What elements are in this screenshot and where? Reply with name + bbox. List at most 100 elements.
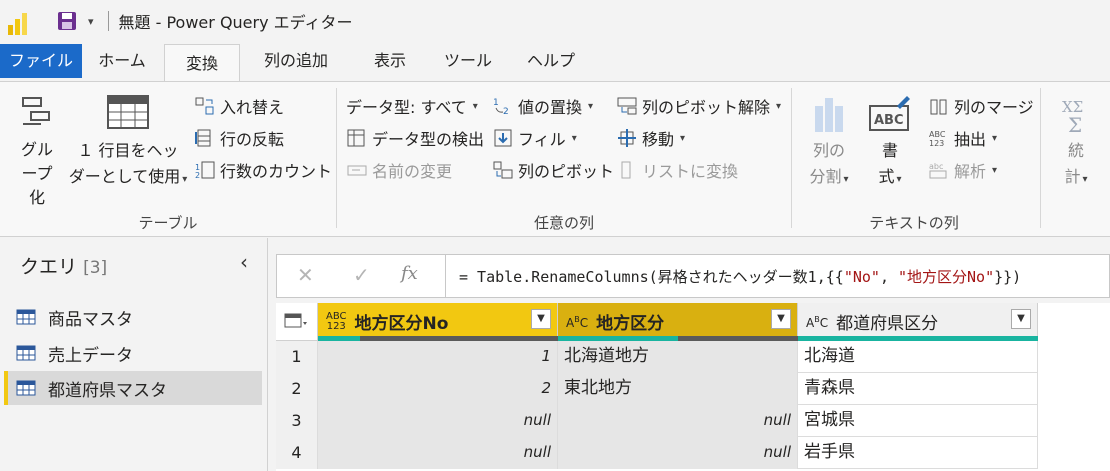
convert-to-list-button[interactable]: リストに変換 [616, 158, 738, 182]
row-number: 1 [276, 341, 318, 373]
table-row[interactable]: 1 1 北海道地方 北海道 [276, 341, 1038, 373]
fill-button[interactable]: フィル ▾ [492, 126, 577, 150]
pivot-column-button[interactable]: 列のピボット [492, 158, 614, 182]
reverse-rows-button[interactable]: 行の反転 [194, 126, 284, 150]
transpose-button[interactable]: 入れ替え [194, 94, 284, 118]
collapse-pane-icon[interactable]: ‹ [240, 250, 248, 274]
detect-data-type-button[interactable]: データ型の検出 [346, 126, 484, 150]
column-header-label: 地方区分No [354, 314, 449, 334]
svg-text:123: 123 [929, 139, 944, 148]
query-item[interactable]: 商品マスタ [4, 300, 262, 334]
column-filter-dropdown[interactable]: ▼ [771, 309, 791, 329]
parse-label: 解析 [954, 162, 987, 181]
tab-tools[interactable]: ツール [436, 42, 500, 82]
column-header-region[interactable]: ABC 地方区分 ▼ [558, 303, 798, 341]
merge-columns-button[interactable]: 列のマージ [928, 94, 1034, 118]
chevron-down-icon: ▾ [472, 100, 478, 112]
cell[interactable]: 青森県 [798, 373, 1038, 405]
split-column-label-2-wrap: 分割 ▾ [800, 164, 858, 193]
replace-values-icon: 12 [493, 98, 509, 116]
cell[interactable]: 北海道 [798, 341, 1038, 373]
unpivot-label: 列のピボット解除 [642, 98, 771, 117]
query-item[interactable]: 売上データ [4, 336, 262, 370]
column-filter-dropdown[interactable]: ▼ [531, 309, 551, 329]
column-filter-dropdown[interactable]: ▼ [1011, 309, 1031, 329]
data-type-dropdown[interactable]: データ型: すべて ▾ [346, 94, 478, 118]
cell[interactable]: 岩手県 [798, 437, 1038, 469]
format-text-icon: ABC [869, 96, 910, 131]
use-first-row-as-headers-button[interactable]: １ 行目をヘッ ダーとして使用 ▾ [68, 92, 188, 193]
extract-label: 抽出 [954, 130, 987, 149]
tab-home[interactable]: ホーム [90, 42, 154, 82]
svg-text:2: 2 [503, 107, 509, 116]
table-row[interactable]: 4 null null 岩手県 [276, 437, 1038, 469]
cell[interactable]: null [318, 437, 558, 469]
format-button[interactable]: ABC 書 式 ▾ [862, 92, 918, 193]
fill-label: フィル [518, 130, 566, 149]
parse-button[interactable]: abc 解析 ▾ [928, 158, 997, 182]
cell[interactable]: null [558, 405, 798, 437]
extract-button[interactable]: ABC 123 抽出 ▾ [928, 126, 997, 150]
unpivot-columns-button[interactable]: 列のピボット解除 ▾ [616, 94, 781, 118]
detect-type-icon [347, 129, 365, 147]
svg-text:Σ: Σ [1068, 113, 1082, 136]
cancel-icon[interactable]: ✕ [297, 263, 314, 287]
column-header-region-no[interactable]: ABC 123 地方区分No ▼ [318, 303, 558, 341]
move-icon [618, 129, 636, 147]
save-icon[interactable] [56, 10, 78, 32]
commit-icon[interactable]: ✓ [353, 263, 370, 287]
count-rows-button[interactable]: 12 行数のカウント [194, 158, 332, 182]
formula-separator [445, 255, 446, 297]
replace-values-button[interactable]: 12 値の置換 ▾ [492, 94, 593, 118]
cell[interactable]: 宮城県 [798, 405, 1038, 437]
row-number: 2 [276, 373, 318, 405]
table-row[interactable]: 2 2 東北地方 青森県 [276, 373, 1038, 405]
format-label-2: 式 [878, 167, 895, 186]
statistics-label-2-wrap: 計 ▾ [1048, 164, 1104, 193]
chevron-down-icon: ▾ [843, 174, 849, 185]
chevron-down-icon: ▾ [992, 164, 998, 176]
cell[interactable]: 2 [318, 373, 558, 405]
group-label-text-column: テキストの列 [869, 214, 959, 232]
split-column-button[interactable]: 列の 分割 ▾ [800, 92, 858, 193]
cell[interactable]: 東北地方 [558, 373, 798, 405]
chevron-down-icon: ▾ [896, 174, 902, 185]
merge-columns-icon [930, 99, 947, 115]
statistics-button[interactable]: XΣ Σ 統 計 ▾ [1048, 92, 1104, 193]
text-type-icon: ABC [806, 315, 829, 330]
cell[interactable]: null [558, 437, 798, 469]
unpivot-icon [617, 97, 637, 115]
cell[interactable]: 1 [318, 341, 558, 373]
formula-text[interactable]: = Table.RenameColumns(昇格されたヘッダー数1,{{"No"… [459, 266, 1021, 287]
cell[interactable]: 北海道地方 [558, 341, 798, 373]
chevron-down-icon: ▾ [182, 174, 188, 185]
reverse-rows-icon [195, 129, 211, 147]
tab-help[interactable]: ヘルプ [516, 42, 586, 82]
table-row[interactable]: 3 null null 宮城県 [276, 405, 1038, 437]
table-menu-button[interactable] [276, 303, 318, 341]
tab-add-column[interactable]: 列の追加 [250, 42, 342, 82]
pivot-icon [493, 161, 513, 179]
tab-transform[interactable]: 変換 [164, 44, 240, 83]
move-label: 移動 [642, 130, 675, 149]
quick-access-dropdown-icon[interactable]: ▾ [88, 15, 94, 28]
column-header-label: 都道府県区分 [836, 314, 939, 334]
formula-bar[interactable]: ✕ ✓ fx = Table.RenameColumns(昇格されたヘッダー数1… [276, 254, 1110, 298]
group-separator [791, 88, 792, 228]
query-item-selected[interactable]: 都道府県マスタ [4, 371, 262, 405]
move-button[interactable]: 移動 ▾ [616, 126, 685, 150]
rename-button[interactable]: 名前の変更 [346, 158, 452, 182]
fx-icon[interactable]: fx [401, 263, 418, 284]
convert-to-list-label: リストに変換 [642, 162, 739, 181]
tab-view[interactable]: 表示 [360, 42, 420, 82]
group-by-button[interactable]: グループ化 [8, 92, 66, 210]
column-header-label-wrap: ABC 都道府県区分 [806, 309, 938, 334]
query-label: 売上データ [48, 345, 133, 366]
formula-string-1: "No" [843, 268, 880, 286]
chevron-down-icon: ▾ [680, 132, 686, 144]
cell[interactable]: null [318, 405, 558, 437]
transpose-icon [195, 97, 214, 115]
tab-file[interactable]: ファイル [0, 44, 82, 78]
group-by-icon [22, 97, 50, 125]
column-header-prefecture[interactable]: ABC 都道府県区分 ▼ [798, 303, 1038, 341]
